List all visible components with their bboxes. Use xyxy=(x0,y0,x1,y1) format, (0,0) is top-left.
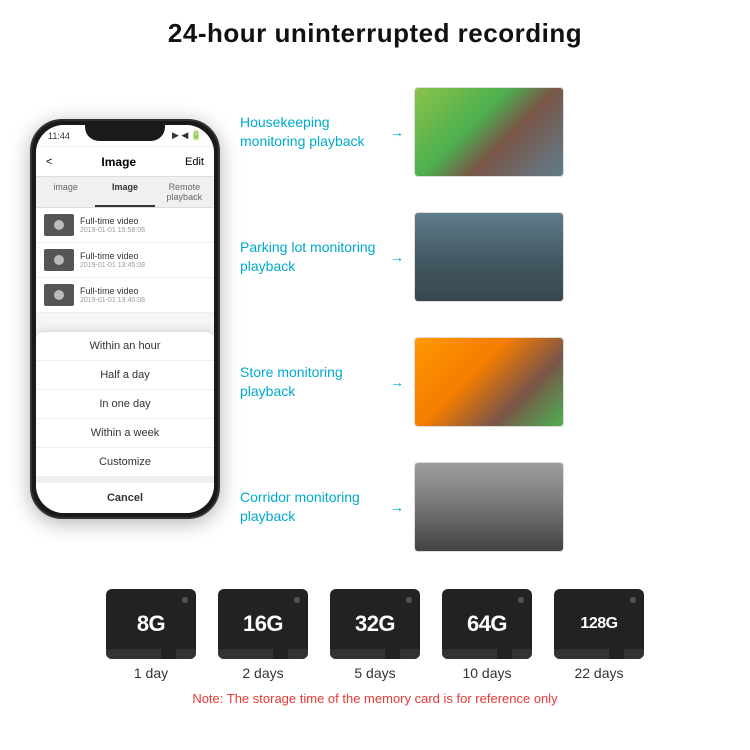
phone-item-text-3: Full-time video 2019-01-01 13:40:08 xyxy=(80,286,206,304)
dropdown-item-2[interactable]: In one day xyxy=(36,390,214,419)
phone-list: Full-time video 2019-01-01 15:58:08 Full… xyxy=(36,208,214,313)
sd-card-notch xyxy=(218,649,308,659)
sd-card-item-0: 8G 1 day xyxy=(106,589,196,681)
item-date-3: 2019-01-01 13:40:08 xyxy=(80,297,206,304)
list-item[interactable]: Full-time video 2019-01-01 15:58:08 xyxy=(36,208,214,243)
sd-card-size-3: 64G xyxy=(467,611,507,637)
phone-notch xyxy=(85,121,165,141)
sd-days-2: 5 days xyxy=(354,665,395,681)
monitor-arrow-icon-1: → xyxy=(390,249,404,265)
item-title-1: Full-time video xyxy=(80,216,206,226)
sd-card-1: 16G xyxy=(218,589,308,659)
phone-time: 11:44 xyxy=(48,131,70,141)
phone-icons: ▶ ◀ 🔋 xyxy=(172,130,202,141)
sd-card-size-2: 32G xyxy=(355,611,395,637)
sd-card-3: 64G xyxy=(442,589,532,659)
phone-nav-title: Image xyxy=(101,155,136,169)
sd-card-size-4: 128G xyxy=(580,615,617,633)
corridor-image xyxy=(415,463,563,551)
page-title: 24-hour uninterrupted recording xyxy=(0,0,750,59)
monitor-arrow-icon-0: → xyxy=(390,124,404,140)
monitor-arrow-icon-3: → xyxy=(390,499,404,515)
housekeeping-image xyxy=(415,88,563,176)
monitor-row-1: Parking lot monitoring playback → xyxy=(240,212,730,302)
dropdown-cancel-button[interactable]: Cancel xyxy=(36,477,214,513)
monitor-label-3: Corridor monitoring playback xyxy=(240,488,380,524)
sd-card-notch-cut xyxy=(497,649,512,659)
monitor-label-1: Parking lot monitoring playback xyxy=(240,238,380,274)
monitor-image-0 xyxy=(414,87,564,177)
phone-tabs: image Image Remote playback xyxy=(36,177,214,208)
monitor-label-2: Store monitoring playback xyxy=(240,363,380,399)
storage-note: Note: The storage time of the memory car… xyxy=(10,691,740,706)
sd-card-0: 8G xyxy=(106,589,196,659)
monitoring-panels: Housekeeping monitoring playback → Parki… xyxy=(240,59,730,579)
phone-mockup: 11:44 ▶ ◀ 🔋 < Image Edit image Image Rem… xyxy=(20,59,230,579)
dropdown-item-0[interactable]: Within an hour xyxy=(36,332,214,361)
sd-card-notch xyxy=(442,649,532,659)
sd-card-item-3: 64G 10 days xyxy=(442,589,532,681)
sd-card-2: 32G xyxy=(330,589,420,659)
phone-item-text-2: Full-time video 2019-01-01 13:45:08 xyxy=(80,251,206,269)
play-icon xyxy=(54,255,64,265)
item-title-3: Full-time video xyxy=(80,286,206,296)
sd-card-item-2: 32G 5 days xyxy=(330,589,420,681)
phone-item-text-1: Full-time video 2019-01-01 15:58:08 xyxy=(80,216,206,234)
monitor-row-0: Housekeeping monitoring playback → xyxy=(240,87,730,177)
monitor-image-2 xyxy=(414,337,564,427)
sd-card-item-1: 16G 2 days xyxy=(218,589,308,681)
item-date-1: 2019-01-01 15:58:08 xyxy=(80,227,206,234)
monitor-arrow-icon-2: → xyxy=(390,374,404,390)
phone-thumb-1 xyxy=(44,214,74,236)
phone-thumb-3 xyxy=(44,284,74,306)
phone-edit-button[interactable]: Edit xyxy=(185,156,204,168)
sd-days-3: 10 days xyxy=(462,665,511,681)
play-icon xyxy=(54,290,64,300)
sd-card-notch xyxy=(330,649,420,659)
sd-card-notch xyxy=(554,649,644,659)
sd-card-notch-cut xyxy=(609,649,624,659)
phone-device: 11:44 ▶ ◀ 🔋 < Image Edit image Image Rem… xyxy=(30,119,220,519)
play-icon xyxy=(54,220,64,230)
sd-card-size-1: 16G xyxy=(243,611,283,637)
phone-thumb-2 xyxy=(44,249,74,271)
sd-days-4: 22 days xyxy=(574,665,623,681)
phone-nav-bar: < Image Edit xyxy=(36,147,214,177)
list-item[interactable]: Full-time video 2019-01-01 13:40:08 xyxy=(36,278,214,313)
sd-section: 8G 1 day 16G 2 days 32G xyxy=(0,579,750,706)
item-title-2: Full-time video xyxy=(80,251,206,261)
phone-dropdown: Within an hour Half a day In one day Wit… xyxy=(36,331,214,513)
sd-card-notch-cut xyxy=(273,649,288,659)
monitor-label-0: Housekeeping monitoring playback xyxy=(240,113,380,149)
parking-image xyxy=(415,213,563,301)
sd-card-notch-cut xyxy=(385,649,400,659)
phone-tab-image[interactable]: image xyxy=(36,177,95,207)
store-image xyxy=(415,338,563,426)
dropdown-item-4[interactable]: Customize xyxy=(36,448,214,477)
dropdown-item-3[interactable]: Within a week xyxy=(36,419,214,448)
sd-card-notch-cut xyxy=(161,649,176,659)
sd-days-0: 1 day xyxy=(134,665,168,681)
sd-card-item-4: 128G 22 days xyxy=(554,589,644,681)
main-content: 11:44 ▶ ◀ 🔋 < Image Edit image Image Rem… xyxy=(0,59,750,579)
monitor-row-2: Store monitoring playback → xyxy=(240,337,730,427)
item-date-2: 2019-01-01 13:45:08 xyxy=(80,262,206,269)
monitor-image-1 xyxy=(414,212,564,302)
sd-card-notch xyxy=(106,649,196,659)
sd-days-1: 2 days xyxy=(242,665,283,681)
phone-tab-image2[interactable]: Image xyxy=(95,177,154,207)
list-item[interactable]: Full-time video 2019-01-01 13:45:08 xyxy=(36,243,214,278)
sd-card-size-0: 8G xyxy=(137,611,165,637)
phone-tab-remote[interactable]: Remote playback xyxy=(155,177,214,207)
monitor-row-3: Corridor monitoring playback → xyxy=(240,462,730,552)
dropdown-item-1[interactable]: Half a day xyxy=(36,361,214,390)
sd-cards-row: 8G 1 day 16G 2 days 32G xyxy=(10,589,740,681)
monitor-image-3 xyxy=(414,462,564,552)
phone-screen: 11:44 ▶ ◀ 🔋 < Image Edit image Image Rem… xyxy=(36,125,214,513)
phone-back-button[interactable]: < xyxy=(46,156,52,168)
sd-card-4: 128G xyxy=(554,589,644,659)
